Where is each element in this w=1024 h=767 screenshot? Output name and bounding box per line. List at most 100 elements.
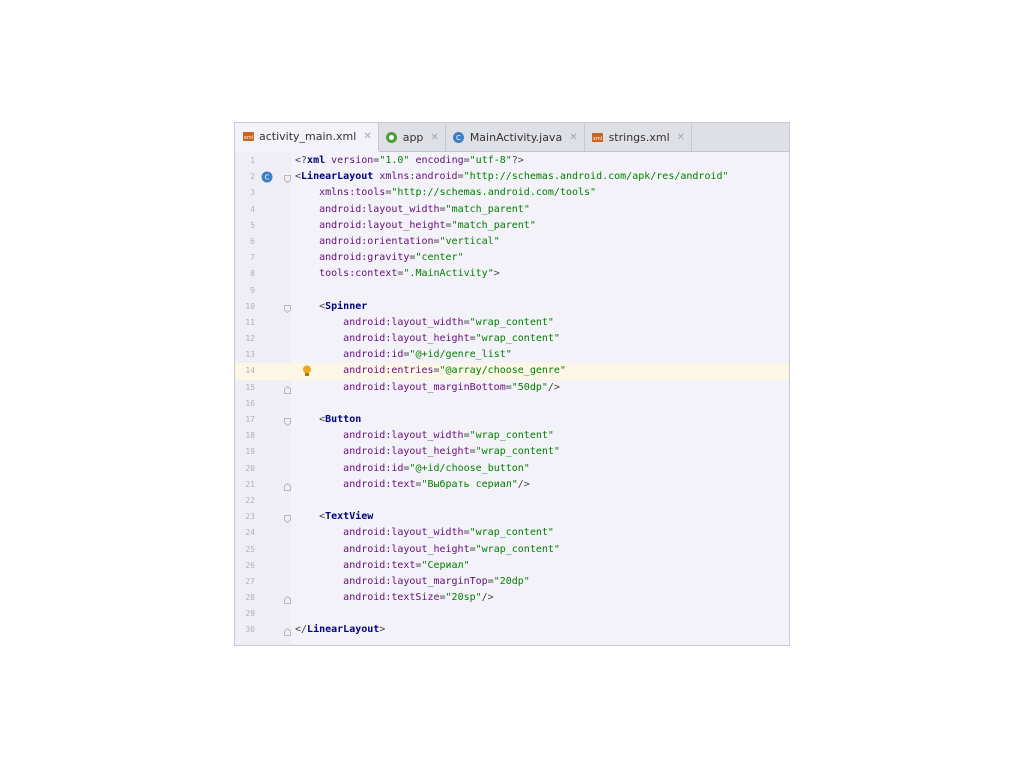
code-line[interactable]: 18 android:layout_width="wrap_content" [235,428,789,444]
close-icon[interactable]: ✕ [677,132,685,143]
fold-open-icon[interactable] [284,513,291,524]
code-line[interactable]: 21 android:text="Выбрать сериал"/> [235,477,789,493]
code-token: "http://schemas.android.com/apk/res/andr… [463,171,729,183]
fold-close-icon[interactable] [284,384,291,394]
tab-label: strings.xml [608,130,670,144]
code-line[interactable]: 23 <TextView [235,509,789,525]
code-token: "20dp" [493,575,530,587]
code-token: "wrap_content" [469,316,554,328]
code-token: > [379,624,386,636]
fold-open-icon[interactable] [284,416,291,427]
line-number: 24 [245,528,255,538]
code-token: "center" [415,252,464,264]
code-line[interactable]: 11 android:layout_width="wrap_content" [235,315,789,331]
android-module-icon [385,130,399,144]
code-token: /> [481,592,494,604]
code-line[interactable]: 14 android:entries="@array/choose_genre" [235,363,789,380]
java-class-icon: C [452,130,466,144]
code-token: android:layout_width [343,430,464,442]
line-number: 10 [245,301,255,311]
code-line[interactable]: 25 android:layout_height="wrap_content" [235,542,789,558]
close-icon[interactable]: ✕ [569,132,577,143]
line-number: 28 [245,593,255,603]
code-line[interactable]: 3 xmlns:tools="http://schemas.android.co… [235,185,789,201]
code-line[interactable]: 26 android:text="Сериал" [235,558,789,574]
code-text: android:layout_marginTop="20dp" [295,574,530,590]
code-line[interactable]: 4 android:layout_width="match_parent" [235,202,789,218]
code-line[interactable]: 10 <Spinner [235,299,789,315]
line-number: 23 [245,512,255,522]
code-line[interactable]: 29 [235,606,789,622]
code-area[interactable]: 1 <?xml version="1.0" encoding="utf-8"?> 2… [235,153,789,639]
code-token: </ [295,624,308,636]
code-line[interactable]: 6 android:orientation="vertical" [235,234,789,250]
code-line[interactable]: 19 android:layout_height="wrap_content" [235,444,789,460]
close-icon[interactable]: ✕ [363,131,371,142]
code-line[interactable]: 30 </LinearLayout> [235,622,789,638]
code-line[interactable]: 16 [235,396,789,412]
code-token: Spinner [325,300,368,312]
code-token: android:layout_marginTop [343,575,488,587]
code-token: android:text [343,559,416,571]
line-number: 26 [245,560,255,570]
xml-file-icon: xml [241,130,255,144]
line-number: 21 [245,479,255,489]
close-icon[interactable]: ✕ [430,132,438,143]
code-token: "utf-8" [469,155,512,166]
code-line[interactable]: 13 android:id="@+id/genre_list" [235,347,789,363]
code-line[interactable]: 22 [235,493,789,509]
code-line[interactable]: 28 android:textSize="20sp"/> [235,590,789,606]
code-token: /> [517,478,530,490]
code-token: "20sp" [445,592,482,604]
code-token: > [493,268,500,280]
line-number: 1 [250,156,255,165]
code-token: "@+id/genre_list" [409,349,512,361]
code-token: TextView [325,511,374,523]
tab-strings-xml[interactable]: xml strings.xml ✕ [585,123,693,151]
line-number: 22 [245,495,255,505]
class-gutter-icon[interactable]: C [261,171,273,183]
code-token: android:id [343,462,404,474]
line-number: 19 [245,447,255,457]
code-token: < [295,414,326,425]
line-number: 5 [250,220,255,230]
line-number: 25 [245,544,255,554]
editor-tab-bar: xml activity_main.xml ✕ app ✕ C MainActivity.j… [235,123,789,152]
fold-close-icon[interactable] [284,594,291,605]
tab-mainactivity-java[interactable]: C MainActivity.java ✕ [446,123,585,151]
code-line[interactable]: 17 <Button [235,412,789,428]
code-line[interactable]: 15 android:layout_marginBottom="50dp"/> [235,380,789,396]
code-line[interactable]: 20 android:id="@+id/choose_button" [235,461,789,477]
code-line[interactable]: 12 android:layout_height="wrap_content" [235,331,789,347]
line-number: 30 [245,625,255,635]
code-line[interactable]: 24 android:layout_width="wrap_content" [235,525,789,541]
tab-app[interactable]: app ✕ [379,123,446,151]
fold-close-icon[interactable] [284,626,291,637]
code-token: encoding [415,155,464,166]
code-text: android:entries="@array/choose_genre" [295,363,566,379]
code-line[interactable]: 8 tools:context=".MainActivity"> [235,266,789,282]
code-line[interactable]: 7 android:gravity="center" [235,250,789,266]
code-line[interactable]: 1 <?xml version="1.0" encoding="utf-8"?> [235,153,789,169]
code-text: android:layout_width="wrap_content" [295,315,554,331]
code-token: xmlns:tools [319,187,386,199]
code-text: android:layout_height="match_parent" [295,218,536,234]
code-token: "wrap_content" [469,430,554,442]
fold-close-icon[interactable] [284,481,291,491]
code-token: "Выбрать сериал" [421,478,518,490]
fold-open-icon[interactable] [284,303,291,313]
code-text: android:id="@+id/choose_button" [295,461,530,477]
code-line[interactable]: 9 [235,283,789,299]
xml-file-icon: xml [591,130,605,144]
fold-open-icon[interactable] [284,173,291,184]
code-line[interactable]: 2 C <LinearLayout xmlns:android="http://sc… [235,169,789,185]
tab-activity-main-xml[interactable]: xml activity_main.xml ✕ [235,123,379,152]
code-line[interactable]: 27 android:layout_marginTop="20dp" [235,574,789,590]
code-token: android:text [343,478,416,490]
code-line[interactable]: 5 android:layout_height="match_parent" [235,218,789,234]
